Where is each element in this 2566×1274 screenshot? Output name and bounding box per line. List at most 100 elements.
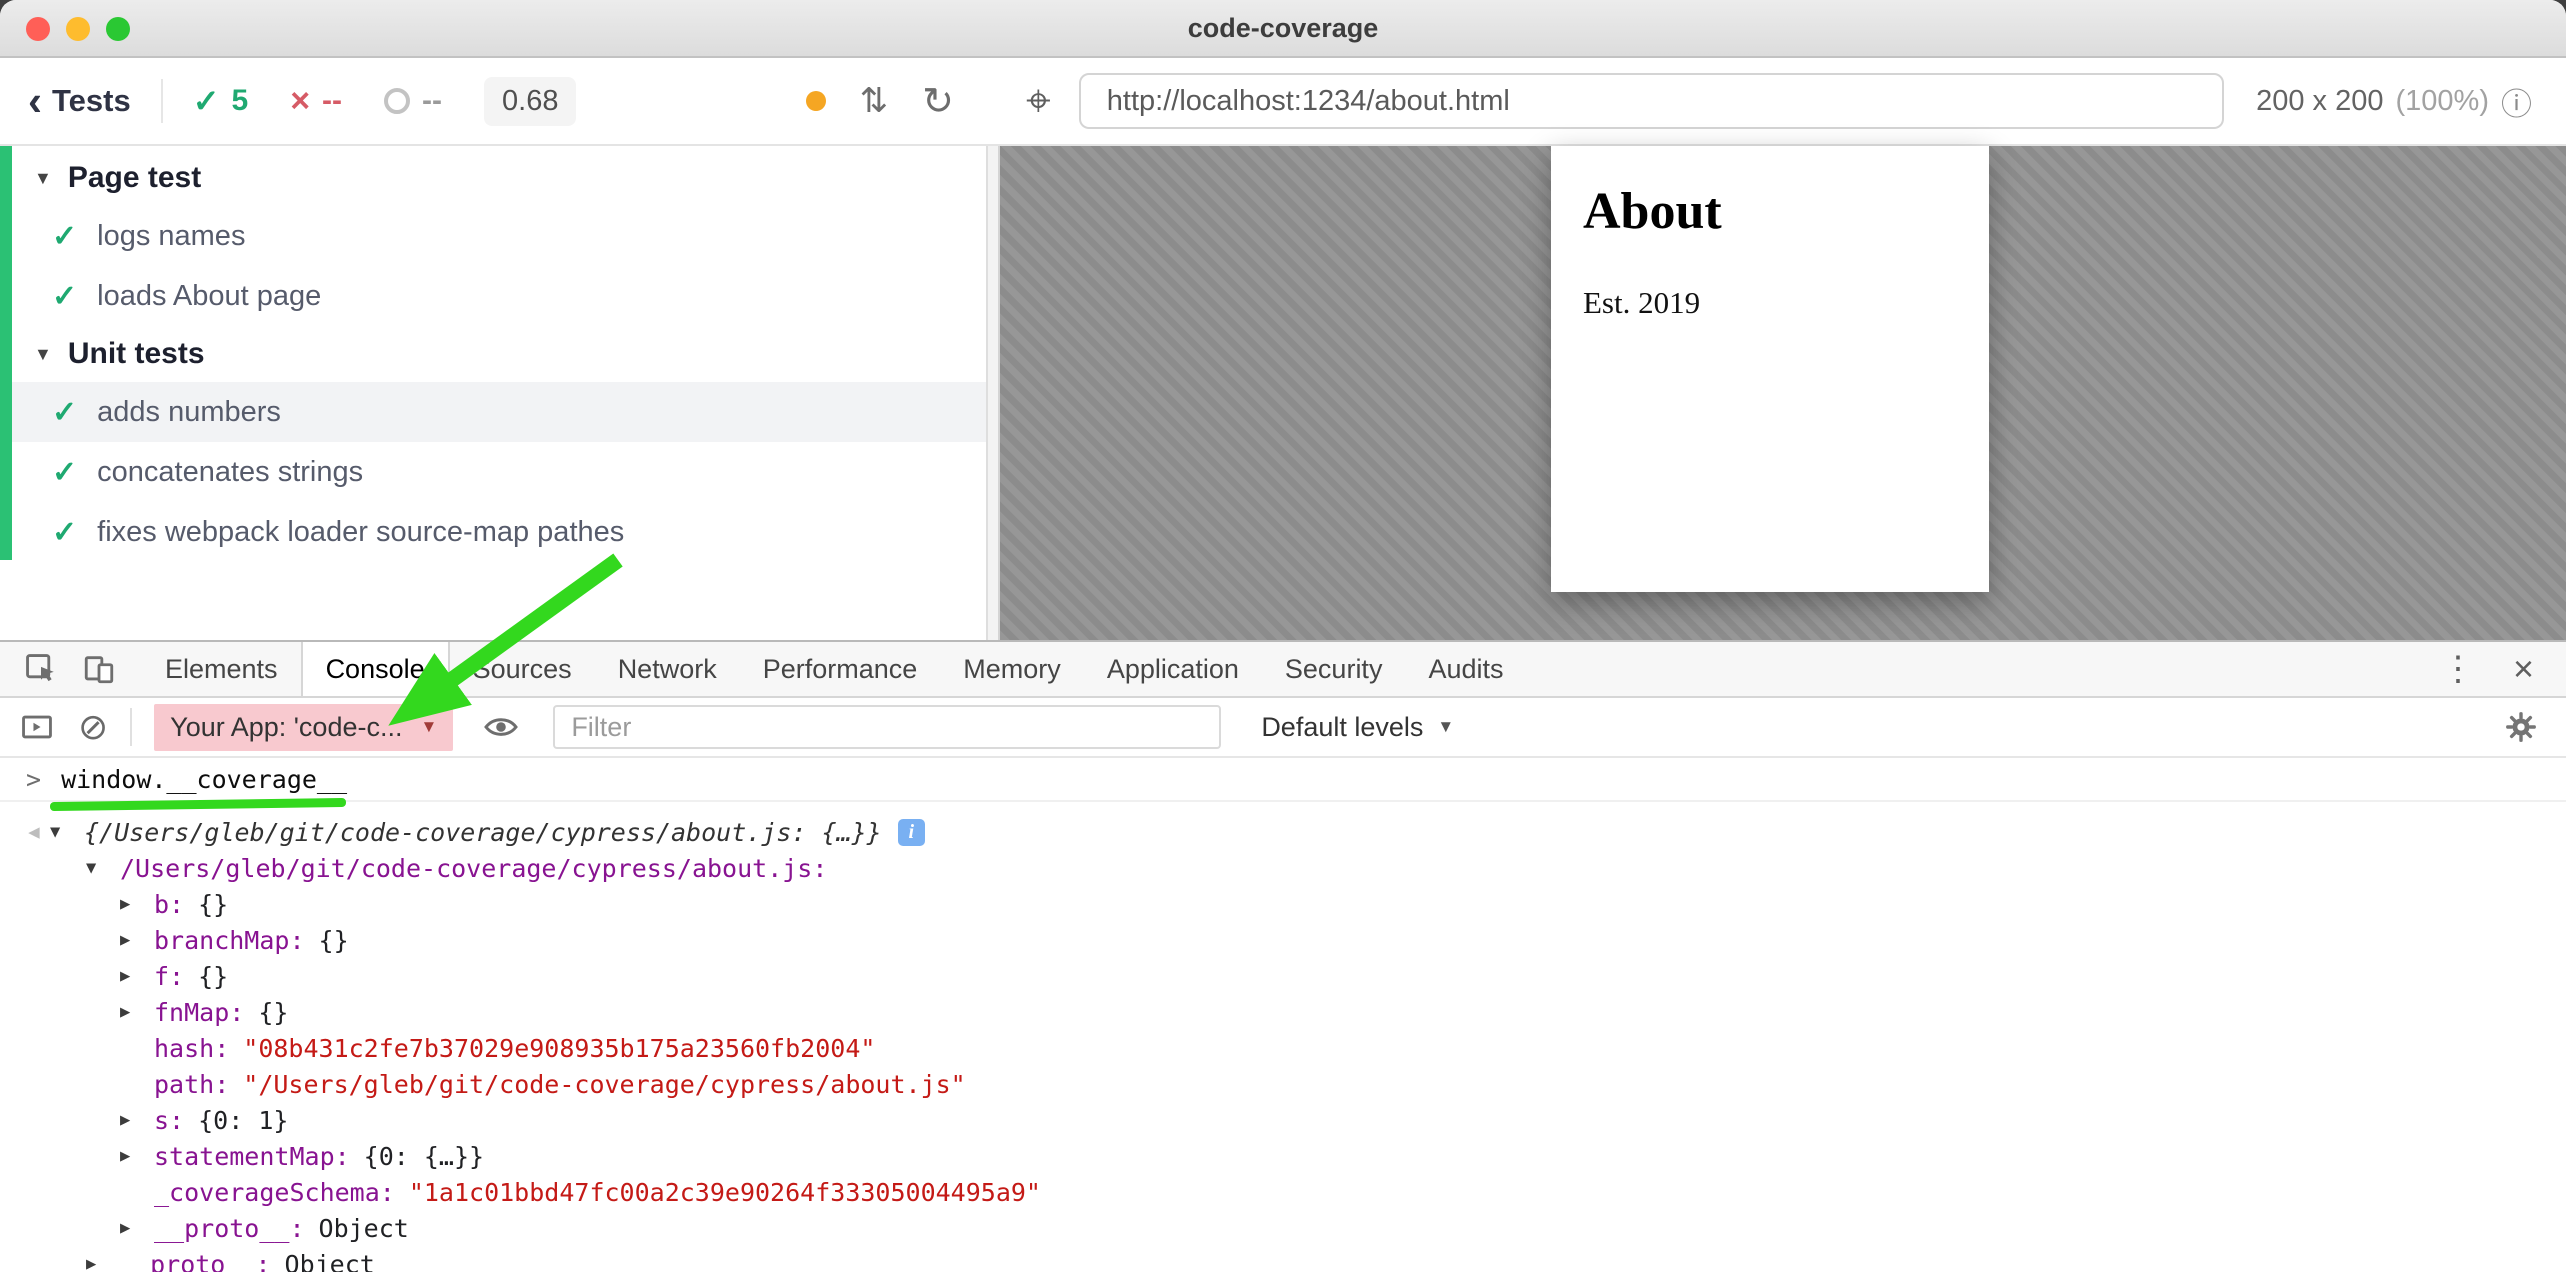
suite-unit-tests[interactable]: ▼ Unit tests — [0, 326, 986, 382]
info-icon[interactable]: ⓘ — [2501, 79, 2532, 124]
disclosure-triangle-icon[interactable]: ▶ — [86, 1254, 120, 1272]
property-name: __proto__: — [120, 1250, 271, 1273]
chevron-down-icon: ▼ — [1437, 717, 1454, 737]
evaluated-info-icon[interactable]: i — [898, 819, 925, 846]
check-icon: ✓ — [52, 455, 77, 490]
test-row[interactable]: ✓ logs names — [0, 206, 986, 266]
property-name: statementMap: — [154, 1142, 350, 1171]
minimize-window-button[interactable] — [66, 17, 90, 41]
log-levels-select[interactable]: Default levels ▼ — [1261, 712, 1454, 743]
tree-row[interactable]: _coverageSchema: "1a1c01bbd47fc00a2c39e9… — [0, 1174, 2566, 1210]
app-iframe[interactable]: About Est. 2019 — [1551, 146, 1989, 592]
property-value: {} — [198, 890, 228, 919]
status-dot-icon — [806, 91, 826, 111]
suite-page-test[interactable]: ▼ Page test — [0, 150, 986, 206]
disclosure-triangle-icon[interactable]: ▶ — [120, 930, 154, 950]
devtools-tabbar-right: ⋮ × — [2441, 648, 2566, 690]
disclosure-triangle-icon[interactable]: ▶ — [120, 1002, 154, 1022]
tab-application[interactable]: Application — [1084, 642, 1262, 696]
auto-scroll-icon[interactable]: ⇅ — [860, 81, 889, 121]
live-expression-eye-icon[interactable] — [483, 709, 519, 745]
collapse-triangle-icon[interactable]: ▼ — [34, 168, 52, 189]
viewport-info: 200 x 200 (100%) ⓘ — [2256, 79, 2532, 124]
tree-row[interactable]: ▶ branchMap: {} — [0, 922, 2566, 958]
cypress-toolbar-left: ‹ Tests ✓ 5 × -- -- 0.68 ⇅ ↻ — [0, 77, 1000, 126]
device-toolbar-icon[interactable] — [82, 652, 116, 686]
tree-row[interactable]: ▼ /Users/gleb/git/code-coverage/cypress/… — [0, 850, 2566, 886]
kebab-menu-icon[interactable]: ⋮ — [2441, 649, 2475, 689]
tab-audits[interactable]: Audits — [1405, 642, 1526, 696]
console-command: window.__coverage__ — [61, 765, 347, 794]
disclosure-triangle-icon[interactable]: ▶ — [120, 966, 154, 986]
inspect-element-icon[interactable] — [24, 652, 58, 686]
app-window: code-coverage ‹ Tests ✓ 5 × -- -- 0.68 — [0, 0, 2566, 1274]
selector-playground-icon[interactable]: ⌖ — [1026, 76, 1051, 126]
collapse-triangle-icon[interactable]: ▼ — [34, 344, 52, 365]
pending-count: -- — [384, 84, 442, 118]
property-name: hash: — [154, 1034, 229, 1063]
tab-network[interactable]: Network — [595, 642, 740, 696]
tree-row[interactable]: ▶ b: {} — [0, 886, 2566, 922]
disclosure-triangle-icon[interactable]: ▼ — [86, 858, 120, 878]
property-name: branchMap: — [154, 926, 305, 955]
back-to-tests-button[interactable]: ‹ Tests — [28, 83, 131, 119]
tab-elements[interactable]: Elements — [142, 642, 301, 696]
tree-row[interactable]: hash: "08b431c2fe7b37029e908935b175a2356… — [0, 1030, 2566, 1066]
tab-security[interactable]: Security — [1262, 642, 1406, 696]
chevron-left-icon: ‹ — [28, 86, 42, 116]
property-value: "08b431c2fe7b37029e908935b175a23560fb200… — [243, 1034, 875, 1063]
console-filter-input[interactable] — [553, 705, 1221, 749]
devtools-tabbar: Elements Console Sources Network Perform… — [0, 642, 2566, 698]
tab-console[interactable]: Console — [301, 642, 450, 696]
tree-row[interactable]: ▶ s: {0: 1} — [0, 1102, 2566, 1138]
window-title: code-coverage — [1188, 13, 1379, 44]
test-row[interactable]: ✓ adds numbers — [0, 382, 986, 442]
test-row[interactable]: ✓ loads About page — [0, 266, 986, 326]
test-row[interactable]: ✓ fixes webpack loader source-map pathes — [0, 502, 986, 562]
console-command-row[interactable]: > window.__coverage__ — [0, 758, 2566, 802]
console-result: ◀ ▼ {/Users/gleb/git/code-coverage/cypre… — [0, 802, 2566, 1272]
property-value: {} — [198, 962, 228, 991]
tree-row[interactable]: ▶ statementMap: {0: {…}} — [0, 1138, 2566, 1174]
url-input[interactable] — [1079, 73, 2224, 129]
test-row[interactable]: ✓ concatenates strings — [0, 442, 986, 502]
close-icon[interactable]: × — [2513, 648, 2534, 690]
tab-memory[interactable]: Memory — [940, 642, 1084, 696]
tab-performance[interactable]: Performance — [740, 642, 941, 696]
check-icon: ✓ — [52, 219, 77, 254]
about-heading: About — [1583, 182, 1989, 241]
property-name: _coverageSchema: — [154, 1178, 395, 1207]
property-name: s: — [154, 1106, 184, 1135]
suite-title: Unit tests — [68, 337, 205, 371]
tab-sources[interactable]: Sources — [450, 642, 595, 696]
clear-console-icon[interactable]: ⊘ — [78, 706, 108, 748]
reporter-divider[interactable] — [986, 146, 1000, 640]
result-preview-row[interactable]: ◀ ▼ {/Users/gleb/git/code-coverage/cypre… — [0, 814, 2566, 850]
property-name: /Users/gleb/git/code-coverage/cypress/ab… — [120, 854, 827, 883]
refresh-icon[interactable]: ↻ — [922, 79, 954, 124]
divider — [130, 708, 132, 746]
disclosure-triangle-icon[interactable]: ▼ — [50, 822, 84, 842]
test-name: loads About page — [97, 280, 321, 313]
disclosure-triangle-icon[interactable]: ▶ — [120, 894, 154, 914]
disclosure-triangle-icon[interactable]: ▶ — [120, 1218, 154, 1238]
suite-title: Page test — [68, 161, 201, 195]
tree-row[interactable]: ▶ __proto__: Object — [0, 1246, 2566, 1272]
close-window-button[interactable] — [26, 17, 50, 41]
tree-row[interactable]: ▶ f: {} — [0, 958, 2566, 994]
zoom-window-button[interactable] — [106, 17, 130, 41]
log-levels-label: Default levels — [1261, 712, 1423, 743]
console-sidebar-icon[interactable] — [20, 710, 54, 744]
console-output[interactable]: > window.__coverage__ ◀ ▼ {/Users/gleb/g… — [0, 758, 2566, 1272]
property-name: b: — [154, 890, 184, 919]
tree-row[interactable]: ▶ __proto__: Object — [0, 1210, 2566, 1246]
pending-count-value: -- — [422, 84, 442, 118]
disclosure-triangle-icon[interactable]: ▶ — [120, 1146, 154, 1166]
tree-row[interactable]: path: "/Users/gleb/git/code-coverage/cyp… — [0, 1066, 2566, 1102]
tree-row[interactable]: ▶ fnMap: {} — [0, 994, 2566, 1030]
disclosure-triangle-icon[interactable]: ▶ — [120, 1110, 154, 1130]
console-settings-gear-icon[interactable] — [2504, 710, 2566, 744]
property-name: fnMap: — [154, 998, 244, 1027]
check-icon: ✓ — [52, 515, 77, 550]
javascript-context-select[interactable]: Your App: 'code-c... ▼ — [154, 704, 453, 751]
